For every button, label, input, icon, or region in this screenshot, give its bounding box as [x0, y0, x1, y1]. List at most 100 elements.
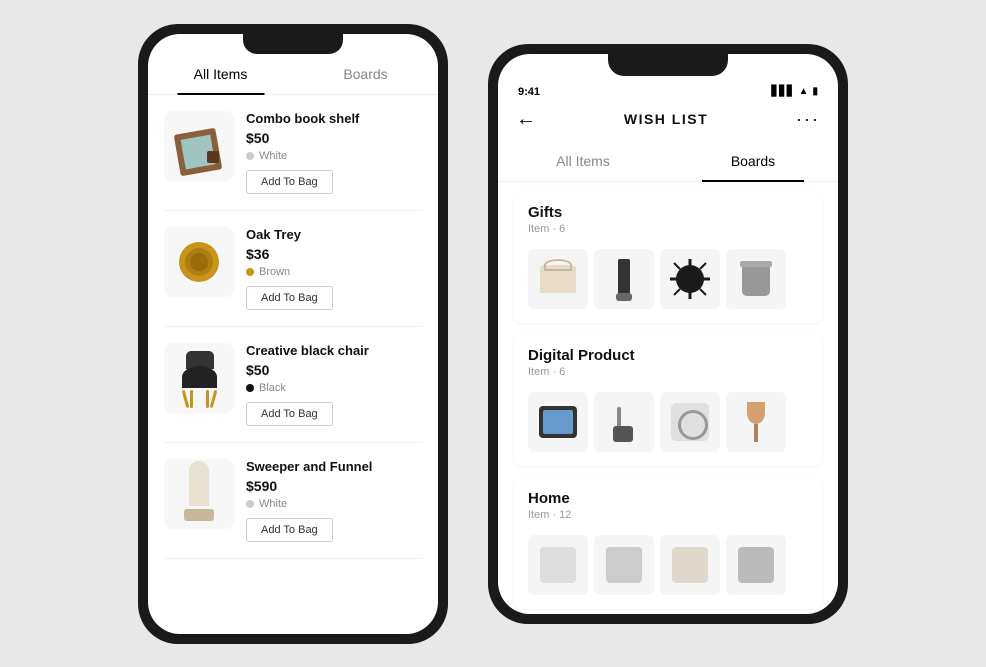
left-phone: All Items Boards Combo book shelf $50 Wh… [138, 24, 448, 644]
board-section-gifts: Gifts Item · 6 [514, 192, 822, 323]
status-time: 9:41 [518, 86, 540, 98]
right-phone: 9:41 ▋▋▋ ▲ ▮ ← WISH LIST ··· All Items B… [488, 44, 848, 624]
board-img-tablet [528, 392, 588, 452]
board-img-spiky [660, 249, 720, 309]
board-img-lamp [726, 392, 786, 452]
board-img-home-2 [594, 535, 654, 595]
color-dot-1 [246, 152, 254, 160]
product-name-3: Creative black chair [246, 343, 422, 358]
home-item-icon-1 [540, 547, 576, 583]
board-gifts-header: Gifts Item · 6 [514, 192, 822, 239]
board-home-title: Home [528, 490, 808, 507]
chair-leg-right [206, 390, 209, 408]
add-to-bag-btn-3[interactable]: Add To Bag [246, 402, 333, 426]
product-item: Oak Trey $36 Brown Add To Bag [164, 211, 422, 327]
color-dot-3 [246, 384, 254, 392]
more-options-button[interactable]: ··· [796, 109, 820, 130]
tabs-left: All Items Boards [148, 54, 438, 95]
board-digital-images [514, 382, 822, 466]
spiky-ball-icon [670, 259, 710, 299]
product-info-2: Oak Trey $36 Brown Add To Bag [246, 227, 422, 310]
home-item-icon-4 [738, 547, 774, 583]
tab-boards-left[interactable]: Boards [293, 54, 438, 94]
color-dot-4 [246, 500, 254, 508]
product-price-3: $50 [246, 362, 422, 378]
product-color-4: White [246, 498, 422, 510]
board-gifts-images [514, 239, 822, 323]
signal-icon: ▋▋▋ [772, 86, 795, 97]
board-digital-count: Item · 6 [528, 366, 808, 378]
wish-list-title: WISH LIST [624, 111, 708, 127]
board-digital-title: Digital Product [528, 347, 808, 364]
battery-icon: ▮ [812, 86, 818, 97]
product-image-chair [164, 343, 234, 413]
cup-icon [742, 261, 770, 296]
product-item: Sweeper and Funnel $590 White Add To Bag [164, 443, 422, 559]
tray-circle-inner [190, 253, 208, 271]
add-to-bag-btn-4[interactable]: Add To Bag [246, 518, 333, 542]
board-home-images [514, 525, 822, 609]
notch [243, 34, 343, 54]
product-info-1: Combo book shelf $50 White Add To Bag [246, 111, 422, 194]
board-img-home-1 [528, 535, 588, 595]
home-item-icon-2 [606, 547, 642, 583]
product-color-3: Black [246, 382, 422, 394]
board-home-header: Home Item · 12 [514, 478, 822, 525]
sweeper-base [184, 509, 214, 521]
product-info-4: Sweeper and Funnel $590 White Add To Bag [246, 459, 422, 542]
board-list: Gifts Item · 6 [498, 182, 838, 614]
tab-all-items-right[interactable]: All Items [498, 141, 668, 181]
board-gifts-title: Gifts [528, 204, 808, 221]
chair-leg-fr [209, 389, 217, 407]
product-color-1: White [246, 150, 422, 162]
chair-leg-fl [181, 389, 189, 407]
right-notch [608, 54, 728, 76]
board-section-digital: Digital Product Item · 6 [514, 335, 822, 466]
cable-icon [609, 402, 639, 442]
chair-seat [182, 366, 217, 388]
board-img-washer [660, 392, 720, 452]
chair-leg-left [190, 390, 193, 408]
home-item-icon-3 [672, 547, 708, 583]
product-price-2: $36 [246, 246, 422, 262]
chair-icon [172, 348, 227, 408]
product-image-bookshelf [164, 111, 234, 181]
add-to-bag-btn-1[interactable]: Add To Bag [246, 170, 333, 194]
product-price-4: $590 [246, 478, 422, 494]
product-color-2: Brown [246, 266, 422, 278]
sweeper-body [189, 461, 209, 506]
add-to-bag-btn-2[interactable]: Add To Bag [246, 286, 333, 310]
wifi-icon: ▲ [799, 86, 809, 97]
tablet-icon [539, 406, 577, 438]
tray-icon [172, 234, 227, 289]
status-bar: 9:41 ▋▋▋ ▲ ▮ [498, 76, 838, 102]
brush-icon [618, 259, 630, 299]
product-price-1: $50 [246, 130, 422, 146]
board-img-home-3 [660, 535, 720, 595]
board-img-cable [594, 392, 654, 452]
product-item: Creative black chair $50 Black Add To Ba… [164, 327, 422, 443]
color-dot-2 [246, 268, 254, 276]
board-digital-header: Digital Product Item · 6 [514, 335, 822, 382]
board-home-count: Item · 12 [528, 509, 808, 521]
board-img-cup [726, 249, 786, 309]
product-image-sweeper [164, 459, 234, 529]
board-img-bag [528, 249, 588, 309]
product-item: Combo book shelf $50 White Add To Bag [164, 95, 422, 211]
washer-icon [671, 403, 709, 441]
product-name-1: Combo book shelf [246, 111, 422, 126]
product-info-3: Creative black chair $50 Black Add To Ba… [246, 343, 422, 426]
back-button[interactable]: ← [516, 108, 536, 131]
tab-all-items-left[interactable]: All Items [148, 54, 293, 94]
sweeper-icon [174, 461, 224, 526]
bag-icon [540, 265, 576, 293]
product-name-2: Oak Trey [246, 227, 422, 242]
board-img-home-4 [726, 535, 786, 595]
tab-boards-right[interactable]: Boards [668, 141, 838, 181]
right-screen: 9:41 ▋▋▋ ▲ ▮ ← WISH LIST ··· All Items B… [498, 54, 838, 614]
left-screen: All Items Boards Combo book shelf $50 Wh… [148, 34, 438, 634]
board-img-brush [594, 249, 654, 309]
wish-header: ← WISH LIST ··· [498, 102, 838, 141]
lamp-icon [743, 402, 769, 442]
product-image-tray [164, 227, 234, 297]
